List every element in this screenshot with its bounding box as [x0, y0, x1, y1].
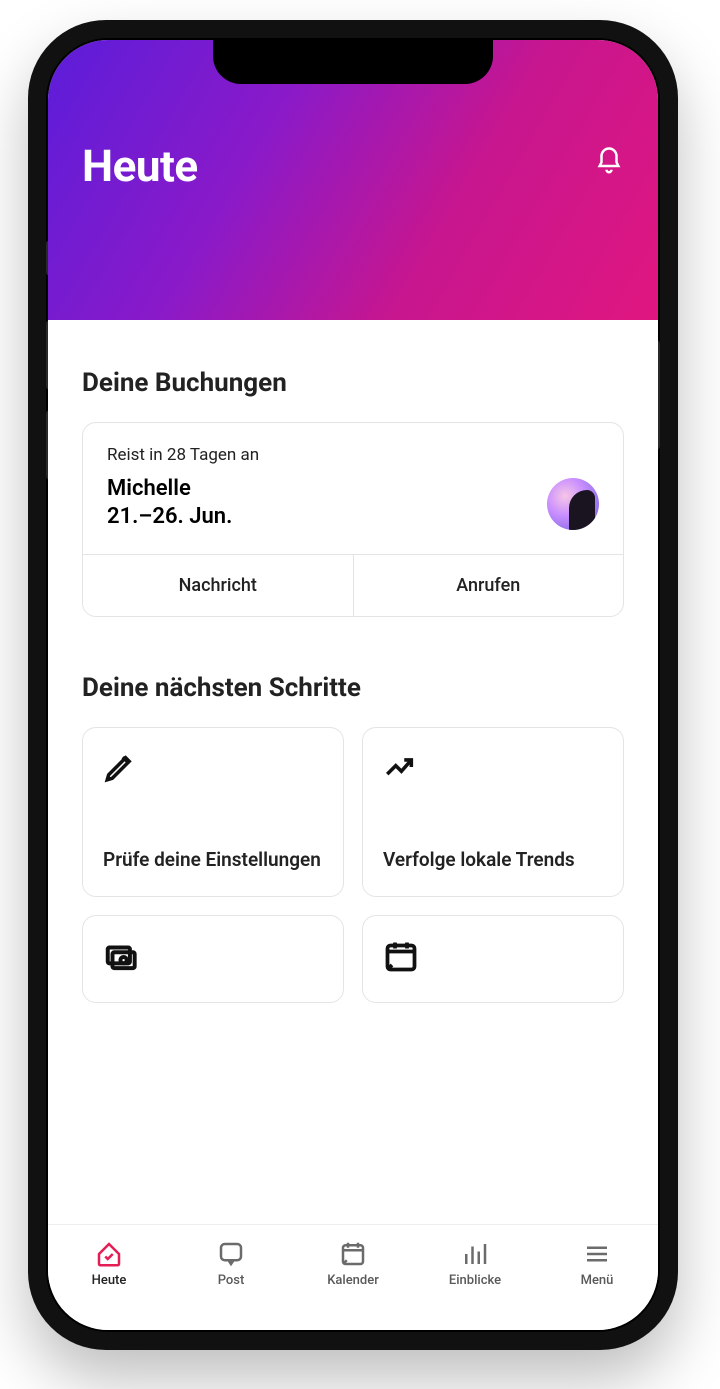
message-button[interactable]: Nachricht [83, 555, 354, 616]
guest-avatar[interactable] [547, 478, 599, 530]
bar-chart-icon [460, 1239, 490, 1269]
tab-calendar[interactable]: Kalender [306, 1239, 400, 1288]
tab-label: Kalender [327, 1273, 379, 1288]
tab-label: Heute [92, 1273, 127, 1288]
tile-label: Verfolge lokale Trends [383, 848, 603, 872]
booking-date-range: 21.–26. Jun. [107, 503, 259, 531]
tile-settings[interactable]: Prüfe deine Einstellungen [82, 727, 344, 897]
phone-frame: Heute Deine Buchungen Reist in 28 Tagen … [28, 20, 678, 1350]
booking-card[interactable]: Reist in 28 Tagen an Michelle 21.–26. Ju… [82, 422, 624, 617]
tile-calendar[interactable] [362, 915, 624, 1003]
trend-up-icon [383, 750, 603, 790]
phone-notch [213, 40, 493, 84]
bell-icon[interactable] [594, 146, 624, 176]
bookings-section-title: Deine Buchungen [82, 368, 624, 398]
tab-label: Menü [581, 1273, 614, 1288]
tab-menu[interactable]: Menü [550, 1239, 644, 1288]
chat-icon [216, 1239, 246, 1269]
calendar-icon [383, 938, 603, 978]
money-icon [103, 938, 323, 978]
tile-label: Prüfe deine Einstellungen [103, 848, 323, 872]
tab-bar: Heute Post Kalender Einblicke Menü [48, 1224, 658, 1330]
tab-today[interactable]: Heute [62, 1239, 156, 1288]
content: Deine Buchungen Reist in 28 Tagen an Mic… [48, 320, 658, 1224]
page-title: Heute [82, 140, 198, 192]
tile-trends[interactable]: Verfolge lokale Trends [362, 727, 624, 897]
tab-label: Einblicke [449, 1273, 501, 1288]
calendar-icon [338, 1239, 368, 1269]
booking-guest-name: Michelle [107, 475, 259, 503]
tab-label: Post [218, 1273, 245, 1288]
tab-post[interactable]: Post [184, 1239, 278, 1288]
tab-insights[interactable]: Einblicke [428, 1239, 522, 1288]
next-steps-section-title: Deine nächsten Schritte [82, 673, 624, 703]
booking-status: Reist in 28 Tagen an [107, 445, 259, 465]
call-button[interactable]: Anrufen [354, 555, 624, 616]
tile-money[interactable] [82, 915, 344, 1003]
menu-icon [582, 1239, 612, 1269]
pencil-icon [103, 750, 323, 790]
home-icon [94, 1239, 124, 1269]
